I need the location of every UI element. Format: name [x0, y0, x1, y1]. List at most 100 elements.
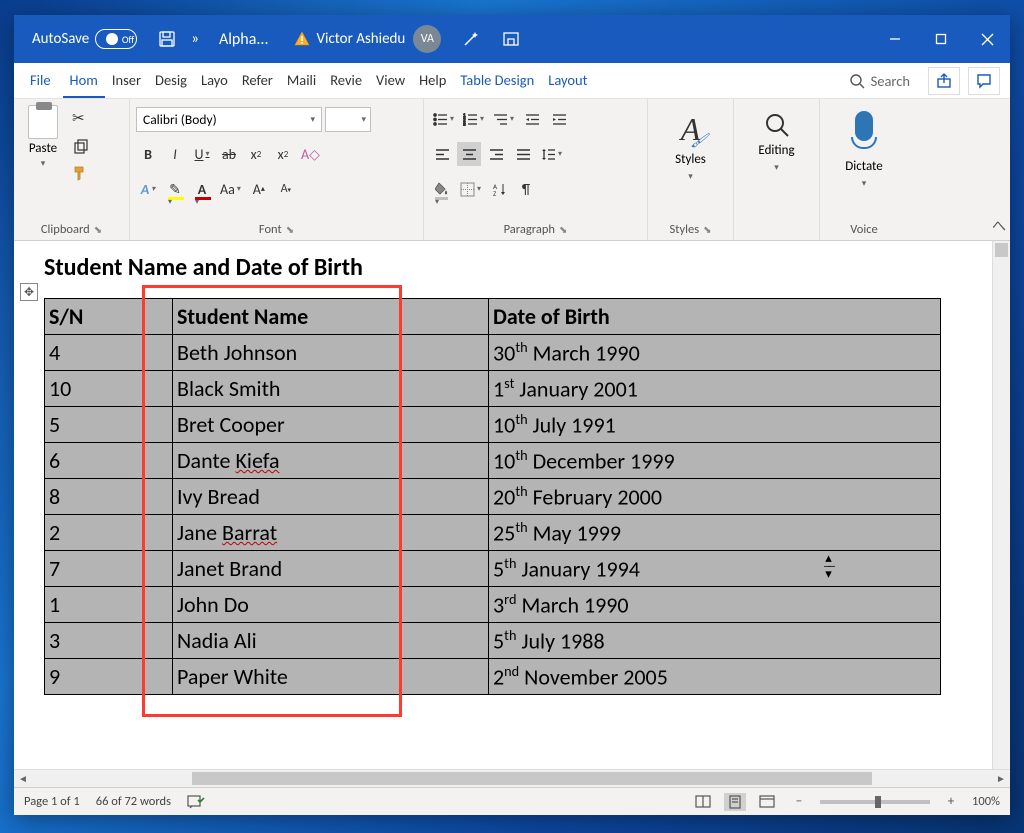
- zoom-level[interactable]: 100%: [972, 794, 1000, 809]
- align-center-button[interactable]: [457, 142, 481, 166]
- tab-view[interactable]: View: [369, 63, 412, 98]
- font-color-button[interactable]: A: [190, 177, 214, 201]
- paste-button[interactable]: Paste ▾: [20, 105, 66, 169]
- magic-icon[interactable]: [461, 29, 481, 49]
- cell-name[interactable]: John Do: [173, 587, 489, 623]
- cell-dob[interactable]: 5th July 1988: [489, 623, 941, 659]
- cell-name[interactable]: Ivy Bread: [173, 479, 489, 515]
- cell-dob[interactable]: 10th December 1999: [489, 443, 941, 479]
- underline-button[interactable]: U: [190, 142, 214, 166]
- cell-sn[interactable]: 9: [45, 659, 173, 695]
- tab-insert[interactable]: Inser: [105, 63, 148, 98]
- cut-icon[interactable]: ✂: [72, 109, 89, 128]
- cell-sn[interactable]: 3: [45, 623, 173, 659]
- header-dob[interactable]: Date of Birth: [489, 299, 941, 335]
- superscript-button[interactable]: x2: [271, 142, 295, 166]
- document-area[interactable]: Student Name and Date of Birth ✥ S/N Stu…: [14, 241, 1010, 769]
- word-count[interactable]: 66 of 72 words: [96, 794, 171, 809]
- shrink-font-button[interactable]: A▾: [274, 177, 298, 201]
- zoom-out-button[interactable]: −: [788, 793, 810, 811]
- cell-sn[interactable]: 6: [45, 443, 173, 479]
- cell-dob[interactable]: 2nd November 2005: [489, 659, 941, 695]
- bold-button[interactable]: B: [136, 142, 160, 166]
- cell-name[interactable]: Janet Brand: [173, 551, 489, 587]
- save-icon[interactable]: [157, 29, 177, 49]
- justify-button[interactable]: [511, 142, 535, 166]
- tab-home[interactable]: Hom: [63, 63, 105, 98]
- cell-dob[interactable]: 3rd March 1990: [489, 587, 941, 623]
- header-sn[interactable]: S/N: [45, 299, 173, 335]
- sort-button[interactable]: AZ: [487, 177, 511, 201]
- text-effects-button[interactable]: A: [136, 177, 160, 201]
- collapse-ribbon-icon[interactable]: へ: [992, 216, 1006, 236]
- minimize-button[interactable]: [872, 15, 918, 63]
- change-case-button[interactable]: Aa: [217, 177, 244, 201]
- editing-button[interactable]: Editing ▾: [741, 105, 813, 173]
- table-row[interactable]: 3Nadia Ali5th July 1988: [45, 623, 941, 659]
- document-heading[interactable]: Student Name and Date of Birth: [44, 253, 992, 282]
- table-move-handle-icon[interactable]: ✥: [20, 283, 38, 301]
- cell-name[interactable]: Dante Kiefa: [173, 443, 489, 479]
- cell-sn[interactable]: 4: [45, 335, 173, 371]
- cell-dob[interactable]: 10th July 1991: [489, 407, 941, 443]
- tab-table-design[interactable]: Table Design: [453, 63, 541, 98]
- scroll-left-icon[interactable]: ◄: [14, 770, 32, 787]
- read-mode-icon[interactable]: [692, 793, 714, 811]
- table-row[interactable]: 4Beth Johnson30th March 1990: [45, 335, 941, 371]
- dictate-button[interactable]: Dictate ▾: [828, 105, 900, 189]
- cell-name[interactable]: Black Smith: [173, 371, 489, 407]
- grow-font-button[interactable]: A▴: [247, 177, 271, 201]
- horizontal-scrollbar[interactable]: ◄ ►: [14, 769, 1010, 787]
- copy-icon[interactable]: [72, 138, 89, 155]
- dialog-launcher-icon[interactable]: ⬊: [94, 223, 102, 236]
- tab-design[interactable]: Desig: [148, 63, 194, 98]
- tab-table-layout[interactable]: Layout: [541, 63, 594, 98]
- cell-sn[interactable]: 7: [45, 551, 173, 587]
- maximize-button[interactable]: [918, 15, 964, 63]
- cell-name[interactable]: Jane Barrat: [173, 515, 489, 551]
- ribbon-mode-icon[interactable]: [501, 29, 521, 49]
- tab-layout[interactable]: Layo: [194, 63, 235, 98]
- show-marks-button[interactable]: ¶: [514, 177, 538, 201]
- share-button[interactable]: [928, 67, 960, 95]
- print-layout-icon[interactable]: [724, 793, 746, 811]
- cell-dob[interactable]: 5th January 1994: [489, 551, 941, 587]
- tab-file[interactable]: File: [20, 63, 63, 98]
- table-row[interactable]: 10Black Smith1st January 2001: [45, 371, 941, 407]
- tab-references[interactable]: Refer: [235, 63, 280, 98]
- align-left-button[interactable]: [430, 142, 454, 166]
- table-row[interactable]: 7Janet Brand5th January 1994: [45, 551, 941, 587]
- cell-sn[interactable]: 5: [45, 407, 173, 443]
- cell-sn[interactable]: 1: [45, 587, 173, 623]
- dialog-launcher-icon[interactable]: ⬊: [559, 223, 567, 236]
- cell-dob[interactable]: 30th March 1990: [489, 335, 941, 371]
- web-layout-icon[interactable]: [756, 793, 778, 811]
- dialog-launcher-icon[interactable]: ⬊: [286, 223, 294, 236]
- font-name-select[interactable]: Calibri (Body)▾: [136, 107, 322, 132]
- cell-dob[interactable]: 25th May 1999: [489, 515, 941, 551]
- shading-button[interactable]: [430, 177, 454, 201]
- align-right-button[interactable]: [484, 142, 508, 166]
- cell-dob[interactable]: 1st January 2001: [489, 371, 941, 407]
- tab-help[interactable]: Help: [412, 63, 453, 98]
- autosave-toggle[interactable]: AutoSave Off: [32, 29, 137, 49]
- close-button[interactable]: [964, 15, 1010, 63]
- table-row[interactable]: 5Bret Cooper10th July 1991: [45, 407, 941, 443]
- zoom-in-button[interactable]: +: [940, 793, 962, 811]
- search-box[interactable]: Search: [835, 72, 924, 90]
- vertical-scrollbar[interactable]: [992, 241, 1010, 769]
- table-row[interactable]: 1John Do3rd March 1990: [45, 587, 941, 623]
- cell-sn[interactable]: 2: [45, 515, 173, 551]
- tab-mailings[interactable]: Maili: [280, 63, 323, 98]
- highlight-button[interactable]: ✎: [163, 177, 187, 201]
- student-table[interactable]: S/N Student Name Date of Birth 4Beth Joh…: [44, 298, 941, 695]
- table-row[interactable]: 6Dante Kiefa10th December 1999: [45, 443, 941, 479]
- page-indicator[interactable]: Page 1 of 1: [24, 794, 80, 809]
- user-account[interactable]: Victor Ashiedu VA: [317, 25, 442, 53]
- cell-dob[interactable]: 20th February 2000: [489, 479, 941, 515]
- strike-button[interactable]: ab: [217, 142, 241, 166]
- scroll-right-icon[interactable]: ►: [992, 770, 1010, 787]
- cell-sn[interactable]: 10: [45, 371, 173, 407]
- tab-review[interactable]: Revie: [323, 63, 369, 98]
- decrease-indent-button[interactable]: [520, 107, 544, 131]
